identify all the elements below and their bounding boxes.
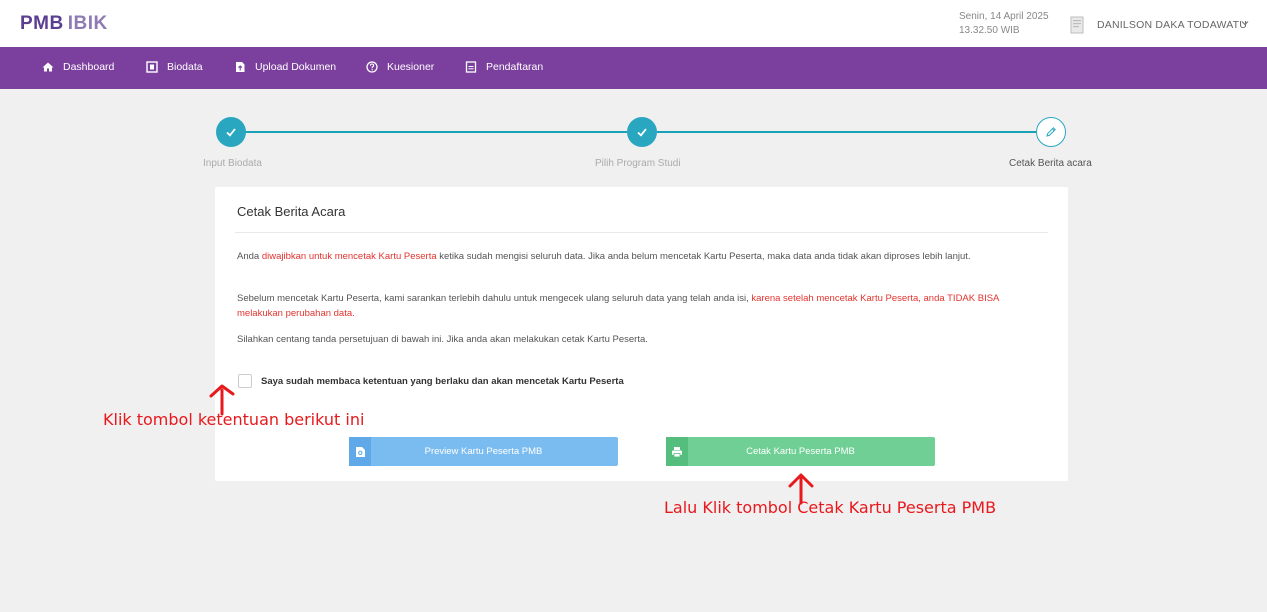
- current-date: Senin, 14 April 2025: [959, 11, 1049, 22]
- nav-label-upload-dokumen: Upload Dokumen: [255, 61, 337, 73]
- nav-label-biodata: Biodata: [167, 61, 203, 73]
- nav-item-dashboard[interactable]: Dashboard: [42, 61, 114, 73]
- datetime: Senin, 14 April 2025 13.32.50 WIB: [959, 10, 1049, 38]
- question-circle-icon: [366, 61, 378, 73]
- step-1-label: Input Biodata: [203, 158, 262, 169]
- check-icon: [637, 128, 647, 137]
- preview-kartu-button[interactable]: Preview Kartu Peserta PMB: [349, 437, 618, 466]
- logo-sub: IBIK: [67, 13, 108, 34]
- nav-item-biodata[interactable]: Biodata: [146, 61, 203, 73]
- home-icon: [42, 62, 54, 72]
- nav-label-pendaftaran: Pendaftaran: [486, 61, 544, 73]
- nav-label-kuesioner: Kuesioner: [387, 61, 435, 73]
- agreement-checkbox-label[interactable]: Saya sudah membaca ketentuan yang berlak…: [261, 376, 624, 387]
- card-divider: [235, 232, 1048, 233]
- print-icon-box: [666, 437, 688, 466]
- card-title: Cetak Berita Acara: [237, 204, 346, 219]
- berita-acara-card: Cetak Berita Acara Anda diwajibkan untuk…: [215, 187, 1068, 481]
- paragraph-3: Silahkan centang tanda persetujuan di ba…: [237, 334, 648, 345]
- nav-item-upload-dokumen[interactable]: Upload Dokumen: [234, 61, 336, 73]
- logo-main: PMB: [20, 13, 64, 34]
- user-name[interactable]: DANILSON DAKA TODAWATU: [1097, 19, 1247, 31]
- file-preview-icon: [355, 446, 365, 457]
- p1-text-b: ketika sudah mengisi seluruh data. Jika …: [436, 251, 971, 262]
- app-logo[interactable]: PMB IBIK: [20, 13, 108, 35]
- stepper-line-2: [657, 131, 1036, 133]
- cetak-kartu-button[interactable]: Cetak Kartu Peserta PMB: [666, 437, 935, 466]
- annotation-text-1: Klik tombol ketentuan berikut ini: [103, 410, 365, 429]
- step-3-circle: [1036, 117, 1066, 147]
- user-avatar-icon[interactable]: [1070, 16, 1084, 34]
- step-3-label: Cetak Berita acara: [1009, 158, 1092, 169]
- p2-text-a: Sebelum mencetak Kartu Peserta, kami sar…: [237, 293, 752, 304]
- annotation-text-2: Lalu Klik tombol Cetak Kartu Peserta PMB: [664, 498, 997, 517]
- main-navbar: Dashboard Biodata Upload Dokumen Kuesion…: [0, 47, 1267, 89]
- stepper-line-1: [245, 131, 627, 133]
- p1-text-a: Anda: [237, 251, 262, 262]
- nav-item-kuesioner[interactable]: Kuesioner: [366, 61, 434, 73]
- nav-label-dashboard: Dashboard: [63, 61, 115, 73]
- check-icon: [226, 128, 236, 137]
- pencil-icon: [1046, 127, 1056, 137]
- print-icon: [672, 446, 682, 457]
- step-2-label: Pilih Program Studi: [595, 158, 681, 169]
- current-time: 13.32.50 WIB: [959, 25, 1020, 36]
- upload-file-icon: [236, 62, 245, 72]
- cetak-kartu-label: Cetak Kartu Peserta PMB: [746, 446, 855, 457]
- agreement-checkbox[interactable]: [238, 374, 252, 388]
- p1-text-red: diwajibkan untuk mencetak Kartu Peserta: [261, 251, 437, 262]
- top-header: PMB IBIK Senin, 14 April 2025 13.32.50 WI…: [0, 0, 1267, 47]
- preview-icon-box: [349, 437, 371, 466]
- paragraph-2: Sebelum mencetak Kartu Peserta, kami sar…: [237, 291, 1047, 321]
- nav-item-pendaftaran[interactable]: Pendaftaran: [465, 61, 543, 73]
- chevron-down-icon[interactable]: [1240, 18, 1250, 28]
- paragraph-1: Anda diwajibkan untuk mencetak Kartu Pes…: [237, 249, 1047, 264]
- preview-kartu-label: Preview Kartu Peserta PMB: [424, 446, 543, 457]
- id-card-icon: [146, 61, 158, 73]
- step-2-circle: [627, 117, 657, 147]
- step-1-circle: [216, 117, 246, 147]
- document-icon: [465, 61, 477, 73]
